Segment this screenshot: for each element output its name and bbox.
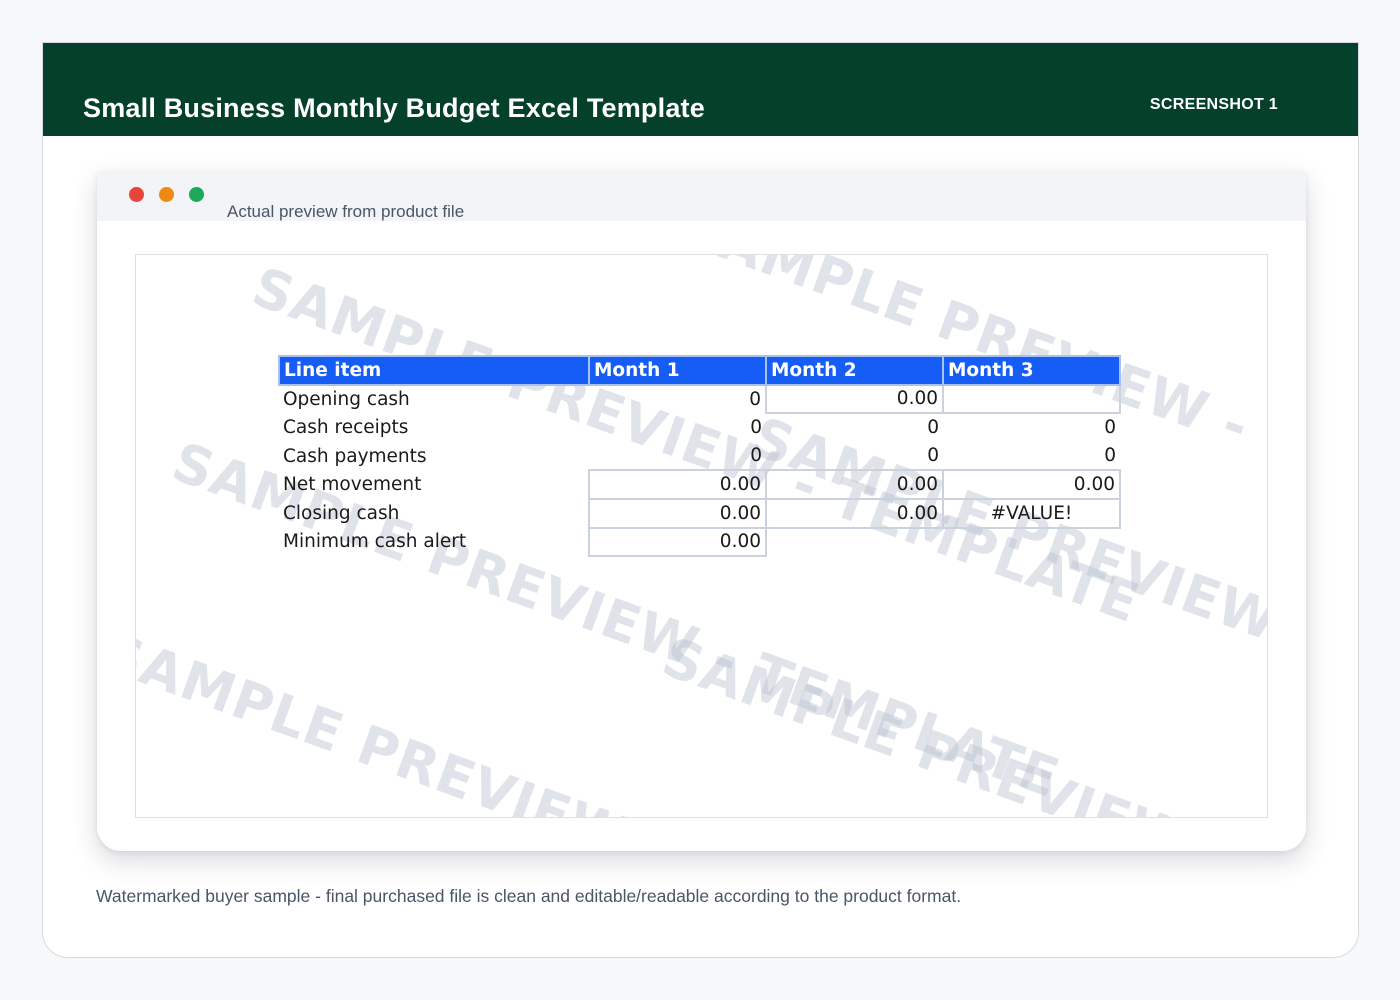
row-label[interactable]: Cash receipts bbox=[279, 413, 589, 442]
column-header[interactable]: Month 1 bbox=[588, 355, 767, 386]
watermark-text: SAMPLE PREVIEW - TEMPLATE bbox=[135, 620, 998, 818]
cell[interactable]: 0 bbox=[943, 413, 1120, 442]
budget-table: Line item Month 1 Month 2 Month 3 Openin… bbox=[278, 355, 1121, 558]
table-row: Minimum cash alert 0.00 bbox=[279, 526, 1120, 558]
cell[interactable]: 0.00 bbox=[588, 526, 767, 558]
table-row: Closing cash 0.00 0.00 #VALUE! bbox=[279, 497, 1121, 529]
maximize-dot-icon[interactable] bbox=[189, 187, 204, 202]
cell[interactable]: 0 bbox=[943, 442, 1120, 471]
page-title: Small Business Monthly Budget Excel Temp… bbox=[83, 93, 705, 123]
row-label[interactable]: Cash payments bbox=[279, 442, 589, 471]
table-row: Opening cash 0 0.00 bbox=[279, 383, 1121, 415]
minimize-dot-icon[interactable] bbox=[159, 187, 174, 202]
row-label[interactable]: Minimum cash alert bbox=[279, 528, 589, 557]
row-label[interactable]: Opening cash bbox=[279, 385, 589, 414]
column-header[interactable]: Month 2 bbox=[765, 355, 944, 386]
page-header: Small Business Monthly Budget Excel Temp… bbox=[43, 43, 1358, 136]
cell[interactable] bbox=[942, 383, 1121, 415]
column-header[interactable]: Month 3 bbox=[942, 355, 1121, 386]
screenshot-label: SCREENSHOT 1 bbox=[1149, 96, 1278, 113]
window-caption: Actual preview from product file bbox=[227, 202, 465, 221]
row-label[interactable]: Closing cash bbox=[279, 499, 589, 528]
cell[interactable]: 0.00 bbox=[765, 469, 944, 500]
cell[interactable]: 0.00 bbox=[588, 497, 767, 529]
spreadsheet-preview: SAMPLE PREVIEW - TEMPLATE SAMPLE PREVIEW… bbox=[135, 254, 1268, 818]
row-label[interactable]: Net movement bbox=[279, 470, 589, 499]
preview-window: Actual preview from product file SAMPLE … bbox=[97, 171, 1306, 851]
cell[interactable]: 0 bbox=[766, 442, 943, 471]
table-row: Net movement 0.00 0.00 0.00 bbox=[279, 469, 1121, 500]
cell[interactable]: 0.00 bbox=[942, 469, 1121, 500]
cell[interactable]: 0 bbox=[766, 413, 943, 442]
screenshot-card: Small Business Monthly Budget Excel Temp… bbox=[42, 42, 1359, 958]
close-dot-icon[interactable] bbox=[129, 187, 144, 202]
watermark-text: SAMPLE PREVIEW - TEMPLATE bbox=[654, 625, 1267, 818]
column-header[interactable]: Line item bbox=[278, 355, 590, 386]
cell[interactable]: 0.00 bbox=[765, 497, 944, 529]
cell[interactable]: 0 bbox=[589, 442, 766, 471]
table-row: Cash payments 0 0 0 bbox=[279, 442, 1120, 471]
window-titlebar: Actual preview from product file bbox=[97, 171, 1306, 221]
cell[interactable]: 0 bbox=[589, 413, 766, 442]
table-row: Cash receipts 0 0 0 bbox=[279, 413, 1120, 442]
error-cell[interactable]: #VALUE! bbox=[942, 497, 1121, 529]
footer-caption: Watermarked buyer sample - final purchas… bbox=[96, 886, 962, 906]
table-header-row: Line item Month 1 Month 2 Month 3 bbox=[278, 355, 1121, 386]
cell[interactable]: 0.00 bbox=[588, 469, 767, 500]
cell[interactable]: 0 bbox=[589, 385, 766, 414]
cell[interactable] bbox=[766, 528, 943, 557]
cell[interactable]: 0.00 bbox=[765, 383, 944, 415]
cell[interactable] bbox=[943, 528, 1120, 557]
